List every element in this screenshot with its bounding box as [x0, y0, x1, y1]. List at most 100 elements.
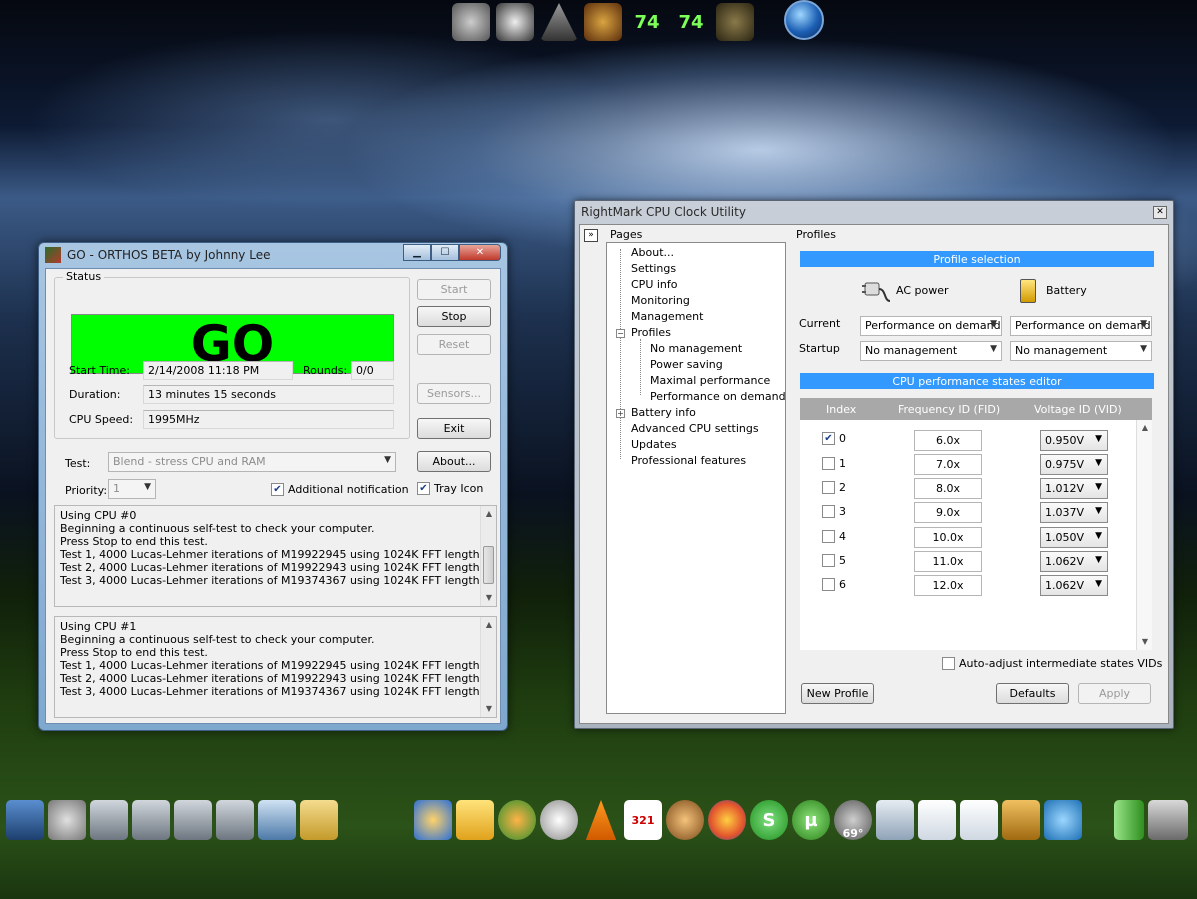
fid-input-4[interactable]: 10.0x [914, 527, 982, 548]
defaults-button[interactable]: Defaults [996, 683, 1069, 704]
monitor-icon[interactable] [6, 800, 44, 840]
folder-icon[interactable] [300, 800, 338, 840]
vid-select-5[interactable]: 1.062V ▼ [1040, 551, 1108, 572]
arrows-icon[interactable] [1002, 800, 1040, 840]
exit-button[interactable]: Exit [417, 418, 491, 439]
fid-input-6[interactable]: 12.0x [914, 575, 982, 596]
network-share-icon[interactable] [1044, 800, 1082, 840]
about-button[interactable]: About... [417, 451, 491, 472]
weather-icon[interactable]: 69° [834, 800, 872, 840]
scroll-up-icon[interactable]: ▲ [481, 617, 496, 633]
fid-column-header[interactable]: Frequency ID (FID) [898, 403, 1000, 416]
fid-input-5[interactable]: 11.0x [914, 551, 982, 572]
cpu0-log[interactable]: Using CPU #0 Beginning a continuous self… [54, 505, 497, 607]
collapse-pages-button[interactable]: » [584, 229, 598, 242]
tree-item-cpu-info[interactable]: CPU info [631, 278, 678, 291]
current-battery-select[interactable]: Performance on demand ▼ [1010, 316, 1152, 336]
scroll-up-icon[interactable]: ▲ [481, 506, 496, 522]
priority-select[interactable]: 1 ▼ [108, 479, 156, 499]
videos-icon[interactable] [174, 800, 212, 840]
tray-icon-checkbox[interactable]: ✔ Tray Icon [417, 482, 483, 495]
start-button[interactable]: Start [417, 279, 491, 300]
utorrent-icon[interactable]: µ [792, 800, 830, 840]
current-ac-select[interactable]: Performance on demand ▼ [860, 316, 1002, 336]
index-column-header[interactable]: Index [826, 403, 856, 416]
rightmark-titlebar[interactable]: RightMark CPU Clock Utility [575, 201, 1173, 223]
vlc-icon[interactable] [585, 800, 617, 840]
state-checkbox-1[interactable]: 1 [822, 457, 846, 470]
firefox-icon[interactable] [708, 800, 746, 840]
gauge-74-icon[interactable]: 74 [628, 3, 666, 41]
fid-input-2[interactable]: 8.0x [914, 478, 982, 499]
vid-select-2[interactable]: 1.012V ▼ [1040, 478, 1108, 499]
refresh-icon[interactable] [540, 800, 578, 840]
fid-input-0[interactable]: 6.0x [914, 430, 982, 451]
vid-select-0[interactable]: 0.950V ▼ [1040, 430, 1108, 451]
documents-icon[interactable] [90, 800, 128, 840]
states-grid-scrollbar[interactable]: ▲ ▼ [1136, 420, 1152, 650]
auto-adjust-vids-checkbox[interactable]: Auto-adjust intermediate states VIDs [942, 657, 1162, 670]
vid-column-header[interactable]: Voltage ID (VID) [1034, 403, 1122, 416]
scroll-up-icon[interactable]: ▲ [1137, 420, 1153, 436]
close-button[interactable]: ✕ [1153, 206, 1167, 219]
collapse-icon[interactable]: − [616, 329, 625, 338]
fid-input-1[interactable]: 7.0x [914, 454, 982, 475]
monkey-icon[interactable] [666, 800, 704, 840]
startup-ac-select[interactable]: No management ▼ [860, 341, 1002, 361]
maximize-button[interactable]: ☐ [431, 244, 459, 261]
start-orb-icon[interactable] [784, 0, 824, 40]
music-icon[interactable] [216, 800, 254, 840]
minimize-button[interactable]: ▁ [403, 244, 431, 261]
vid-select-1[interactable]: 0.975V ▼ [1040, 454, 1108, 475]
startup-battery-select[interactable]: No management ▼ [1010, 341, 1152, 361]
state-checkbox-0[interactable]: ✔ 0 [822, 432, 846, 445]
state-checkbox-2[interactable]: 2 [822, 481, 846, 494]
pictures-icon[interactable] [132, 800, 170, 840]
network-icon[interactable] [258, 800, 296, 840]
vid-select-3[interactable]: 1.037V ▼ [1040, 502, 1108, 523]
tree-item-monitoring[interactable]: Monitoring [631, 294, 690, 307]
tree-item-maximal-performance[interactable]: Maximal performance [650, 374, 770, 387]
expand-icon[interactable]: + [616, 409, 625, 418]
state-checkbox-4[interactable]: 4 [822, 530, 846, 543]
calendar-icon[interactable]: 321 [624, 800, 662, 840]
tree-item-about[interactable]: About... [631, 246, 674, 259]
stop-button[interactable]: Stop [417, 306, 491, 327]
alien-icon[interactable] [496, 3, 534, 41]
state-checkbox-5[interactable]: 5 [822, 554, 846, 567]
tree-item-profiles[interactable]: Profiles [631, 326, 671, 339]
soldier-icon[interactable] [716, 3, 754, 41]
fid-input-3[interactable]: 9.0x [914, 502, 982, 523]
scroll-thumb[interactable] [483, 546, 494, 584]
notes-icon[interactable] [918, 800, 956, 840]
tree-item-updates[interactable]: Updates [631, 438, 677, 451]
vid-select-4[interactable]: 1.050V ▼ [1040, 527, 1108, 548]
test-select[interactable]: Blend - stress CPU and RAM ▼ [108, 452, 396, 472]
tree-item-professional-features[interactable]: Professional features [631, 454, 746, 467]
dvd-icon[interactable] [48, 800, 86, 840]
windows-icon[interactable] [498, 800, 536, 840]
state-checkbox-6[interactable]: 6 [822, 578, 846, 591]
tree-item-no-management[interactable]: No management [650, 342, 742, 355]
battery-icon[interactable] [1114, 800, 1144, 840]
cpu0-log-scrollbar[interactable]: ▲ ▼ [480, 506, 496, 606]
tree-item-advanced-cpu-settings[interactable]: Advanced CPU settings [631, 422, 759, 435]
calculator-icon[interactable] [876, 800, 914, 840]
drive-icon[interactable] [1148, 800, 1188, 840]
gauge-74-icon-2[interactable]: 74 [672, 3, 710, 41]
reset-button[interactable]: Reset [417, 334, 491, 355]
pyramid-icon[interactable] [540, 3, 578, 41]
state-checkbox-3[interactable]: 3 [822, 505, 846, 518]
close-button[interactable]: ✕ [459, 244, 501, 261]
tree-item-battery-info[interactable]: Battery info [631, 406, 696, 419]
scroll-down-icon[interactable]: ▼ [481, 701, 496, 717]
scroll-down-icon[interactable]: ▼ [481, 590, 496, 606]
skype-icon[interactable]: S [750, 800, 788, 840]
cpu1-log[interactable]: Using CPU #1 Beginning a continuous self… [54, 616, 497, 718]
new-profile-button[interactable]: New Profile [801, 683, 874, 704]
ie-icon[interactable] [414, 800, 452, 840]
cpu1-log-scrollbar[interactable]: ▲ ▼ [480, 617, 496, 717]
samurai-icon[interactable] [584, 3, 622, 41]
apply-button[interactable]: Apply [1078, 683, 1151, 704]
tree-item-power-saving[interactable]: Power saving [650, 358, 723, 371]
